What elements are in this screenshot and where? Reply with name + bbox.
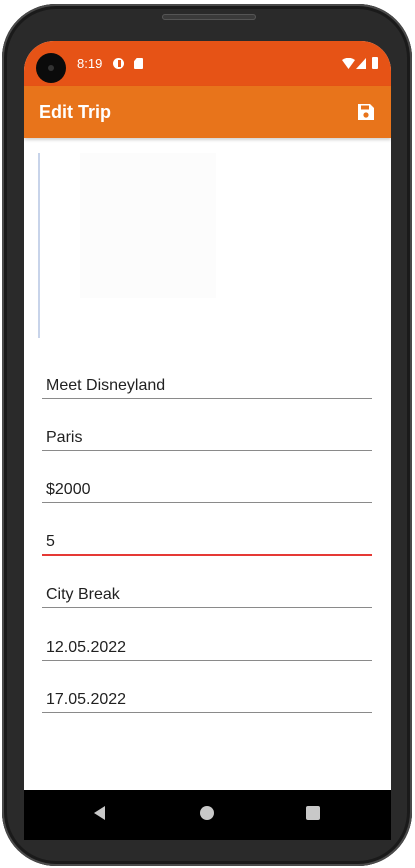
budget-field[interactable]: $2000 (42, 478, 372, 503)
trip-type-field[interactable]: City Break (42, 583, 372, 608)
sd-card-icon (134, 58, 143, 69)
destination-field[interactable]: Paris (42, 426, 372, 451)
trip-name-field[interactable]: Meet Disneyland (42, 374, 372, 399)
end-date-field[interactable]: 17.05.2022 (42, 688, 372, 713)
battery-icon (372, 57, 378, 69)
back-icon[interactable] (94, 806, 105, 820)
wifi-icon (342, 58, 355, 69)
start-date-field[interactable]: 12.05.2022 (42, 636, 372, 661)
image-placeholder (80, 153, 216, 298)
budget-value: $2000 (46, 481, 91, 498)
page-title: Edit Trip (39, 102, 111, 122)
data-saver-icon (113, 58, 124, 69)
recents-icon[interactable] (306, 806, 320, 820)
days-field[interactable]: 5 (42, 530, 372, 556)
trip-image[interactable] (38, 153, 220, 338)
speaker-grille (162, 14, 256, 20)
days-value: 5 (46, 533, 55, 550)
end-date-value: 17.05.2022 (46, 691, 127, 708)
app-bar: Edit Trip (24, 86, 391, 138)
start-date-value: 12.05.2022 (46, 639, 127, 656)
home-icon[interactable] (200, 806, 214, 820)
status-time: 8:19 (77, 56, 103, 71)
navigation-bar (24, 790, 391, 840)
save-icon (358, 104, 374, 120)
save-button[interactable] (352, 98, 380, 126)
screen: 8:19 Edit Trip Meet Disneyland Paris $20… (24, 41, 391, 840)
trip-type-value: City Break (46, 586, 120, 603)
signal-icon (356, 58, 366, 69)
destination-value: Paris (46, 429, 83, 446)
trip-name-value: Meet Disneyland (46, 377, 166, 394)
front-camera (36, 53, 66, 83)
status-bar: 8:19 (24, 41, 391, 86)
